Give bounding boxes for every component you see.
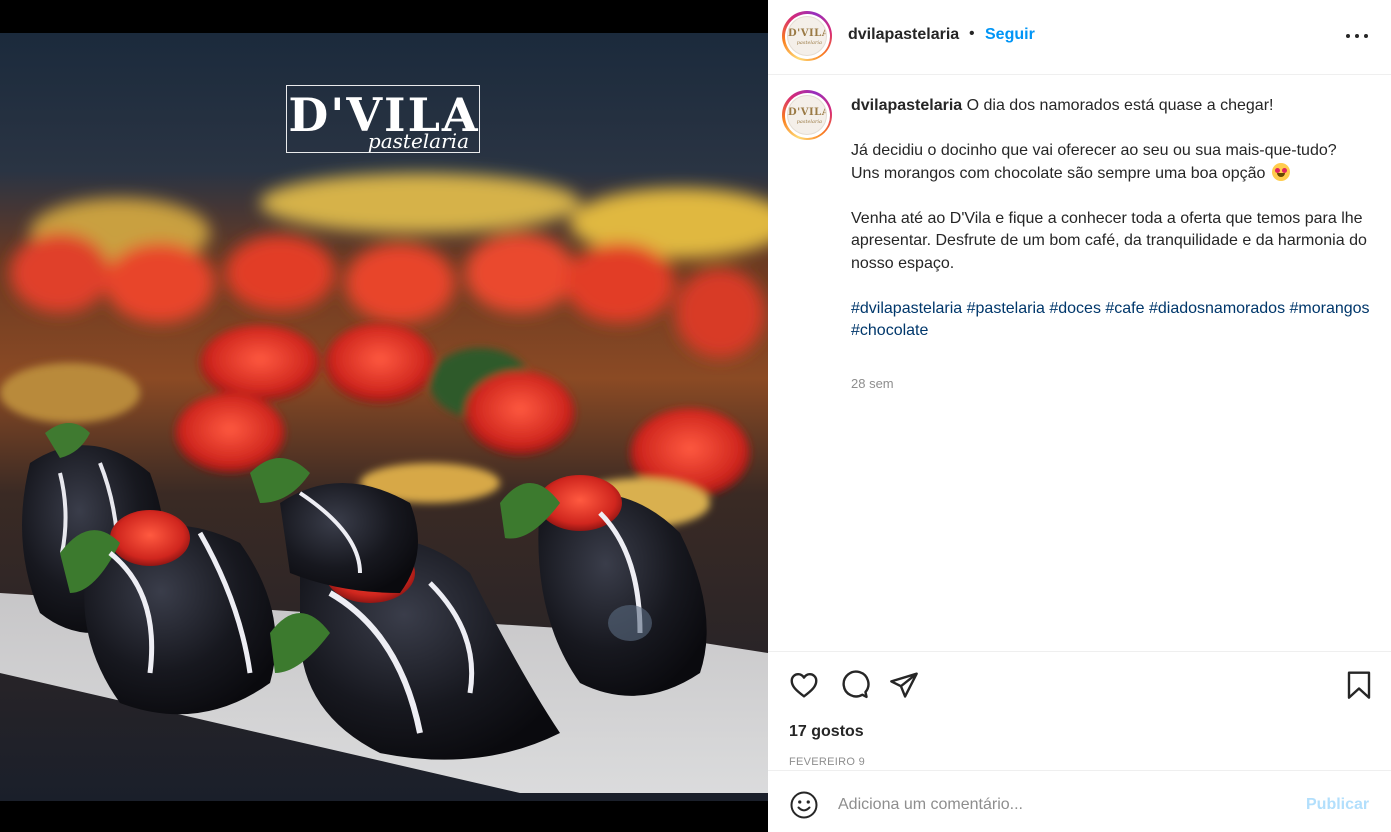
post-header: D'VILA pastelaria dvilapastelaria • Segu…: [768, 0, 1391, 75]
follow-button[interactable]: Seguir: [985, 26, 1035, 44]
caption-area: D'VILA pastelaria dvilapastelaria O dia …: [768, 76, 1391, 651]
avatar-image: D'VILA pastelaria: [787, 95, 827, 135]
bookmark-icon[interactable]: [1343, 669, 1375, 701]
likes-count[interactable]: 17 gostos: [789, 723, 864, 741]
caption-time-ago[interactable]: 28 sem: [851, 376, 894, 391]
smiling-face-with-heart-eyes-emoji: [1271, 162, 1290, 181]
post-media[interactable]: D'VILA pastelaria: [0, 0, 768, 832]
heart-icon[interactable]: [788, 669, 820, 701]
hashtag-links[interactable]: #dvilapastelaria #pastelaria #doces #caf…: [851, 300, 1374, 340]
comment-bar: Publicar: [768, 770, 1391, 832]
brand-logo-script: pastelaria: [367, 129, 469, 153]
separator-dot: •: [969, 25, 975, 42]
username-link[interactable]: dvilapastelaria: [848, 26, 959, 44]
instagram-post: D'VILA pastelaria D'VILA pastelaria dvil…: [0, 0, 1391, 832]
caption-body-2: Venha até ao D'Vila e fique a conhecer t…: [851, 209, 1367, 272]
comment-icon[interactable]: [838, 669, 870, 701]
avatar-logo-script: pastelaria: [796, 119, 822, 125]
more-horizontal-icon[interactable]: [1344, 24, 1370, 48]
avatar-logo-script: pastelaria: [796, 40, 822, 46]
brand-logo: D'VILA pastelaria: [286, 85, 480, 153]
post-side-panel: D'VILA pastelaria dvilapastelaria • Segu…: [768, 0, 1391, 832]
avatar[interactable]: D'VILA pastelaria: [782, 11, 832, 61]
caption-avatar[interactable]: D'VILA pastelaria: [782, 90, 832, 140]
post-date[interactable]: FEVEREIRO 9: [789, 756, 865, 768]
post-actions: 17 gostos FEVEREIRO 9: [768, 651, 1391, 770]
comment-input[interactable]: [838, 791, 1278, 819]
paper-plane-icon[interactable]: [888, 669, 920, 701]
avatar-logo-word: D'VILA: [788, 28, 827, 39]
publish-button[interactable]: Publicar: [1306, 796, 1369, 814]
avatar-image: D'VILA pastelaria: [787, 16, 827, 56]
smiley-icon[interactable]: [789, 790, 819, 820]
caption-text: dvilapastelaria O dia dos namorados está…: [851, 95, 1371, 343]
avatar-logo-word: D'VILA: [788, 107, 827, 118]
caption-username-link[interactable]: dvilapastelaria: [851, 97, 962, 114]
